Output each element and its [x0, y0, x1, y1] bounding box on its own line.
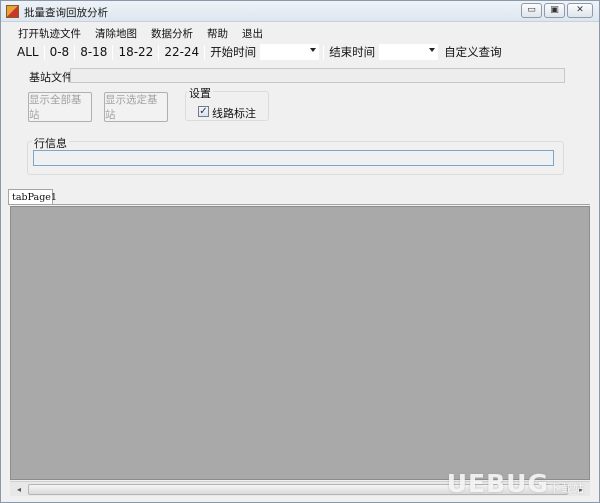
show-selected-stations-button[interactable]: 显示选定基站	[104, 92, 168, 122]
tab-page-1[interactable]: tabPage1	[8, 189, 57, 205]
route-label-checkbox[interactable]: ✓	[198, 106, 209, 117]
base-station-file-label: 基站文件	[29, 71, 73, 84]
title-bar[interactable]: 批量查询回放分析 ▭ ▣ ✕	[1, 1, 599, 22]
menu-data-analysis[interactable]: 数据分析	[144, 23, 200, 42]
watermark-suffix: 下载站	[549, 482, 585, 495]
minimize-button[interactable]: ▭	[521, 3, 542, 18]
start-time-label: 开始时间	[210, 45, 257, 59]
menu-open-track-file[interactable]: 打开轨迹文件	[11, 23, 88, 42]
scroll-left-icon[interactable]: ◂	[12, 484, 26, 495]
range-all-button[interactable]: ALL	[12, 45, 44, 59]
end-time-combo[interactable]	[378, 43, 440, 61]
menu-help[interactable]: 帮助	[200, 23, 235, 42]
dropdown-arrow-icon	[310, 48, 317, 52]
app-icon	[6, 5, 19, 18]
range-18-22-button[interactable]: 18-22	[113, 45, 158, 59]
close-button[interactable]: ✕	[567, 3, 593, 18]
end-time-label: 结束时间	[329, 45, 376, 59]
base-station-file-field[interactable]	[70, 68, 565, 83]
show-all-stations-button[interactable]: 显示全部基站	[28, 92, 92, 122]
custom-query-button[interactable]: 自定义查询	[439, 44, 505, 60]
start-time-combo[interactable]	[259, 43, 321, 61]
route-label-text[interactable]: 线路标注	[212, 105, 256, 121]
menu-clear-map[interactable]: 清除地图	[88, 23, 144, 42]
toolbar: ALL 0-8 8-18 18-22 22-24 开始时间 结束时间 自定义查询	[1, 42, 599, 62]
row-info-title: 行信息	[32, 135, 69, 151]
row-info-field[interactable]	[33, 150, 554, 166]
app-window: 批量查询回放分析 ▭ ▣ ✕ 打开轨迹文件 清除地图 数据分析 帮助 退出 AL…	[0, 0, 600, 503]
tab-strip-line	[8, 204, 590, 205]
maximize-button[interactable]: ▣	[544, 3, 565, 18]
settings-group-title: 设置	[187, 85, 213, 101]
map-panel[interactable]	[10, 206, 590, 480]
range-8-18-button[interactable]: 8-18	[75, 45, 112, 59]
menu-exit[interactable]: 退出	[235, 23, 270, 42]
caption-buttons: ▭ ▣ ✕	[521, 3, 593, 18]
range-22-24-button[interactable]: 22-24	[159, 45, 204, 59]
dropdown-arrow-icon	[429, 48, 436, 52]
range-0-8-button[interactable]: 0-8	[45, 45, 75, 59]
watermark-text: UEBUG	[446, 469, 549, 498]
window-title: 批量查询回放分析	[24, 7, 108, 19]
menu-bar: 打开轨迹文件 清除地图 数据分析 帮助 退出	[1, 23, 599, 42]
watermark-logo: UEBUG下载站	[447, 469, 585, 498]
